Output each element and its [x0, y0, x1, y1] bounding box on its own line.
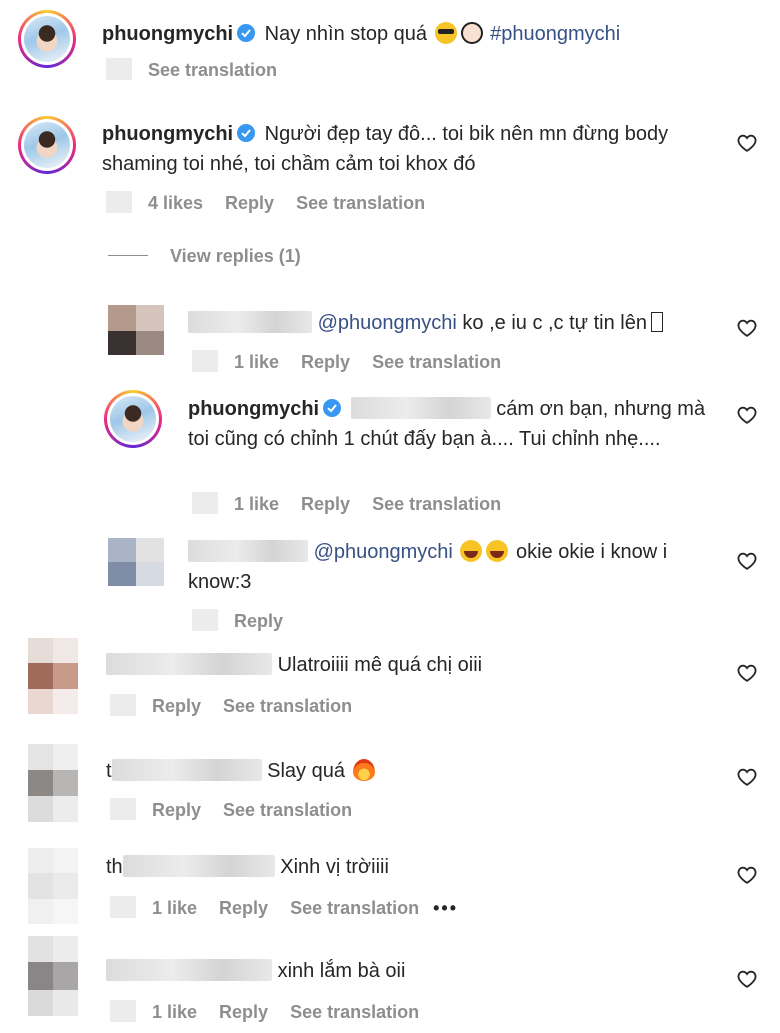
heart-outline-icon[interactable] — [736, 317, 758, 339]
comment-text: ko ,e iu c ,c tự tin lên — [462, 312, 647, 334]
comment-actions: 4 likes Reply See translation — [106, 191, 447, 214]
heart-outline-icon[interactable] — [736, 662, 758, 684]
avatar[interactable] — [104, 390, 162, 448]
avatar[interactable] — [18, 10, 76, 68]
username-prefix[interactable]: th — [106, 856, 123, 878]
blurred-timestamp — [110, 896, 136, 918]
avatar[interactable] — [28, 638, 78, 714]
see-translation-button[interactable]: See translation — [290, 1002, 419, 1022]
missing-glyph-icon — [651, 312, 663, 332]
likes-count[interactable]: 1 like — [234, 494, 279, 514]
reply-button[interactable]: Reply — [152, 696, 201, 716]
reply-button[interactable]: Reply — [225, 193, 274, 213]
reply-button[interactable]: Reply — [234, 611, 283, 631]
more-options-icon[interactable]: ••• — [433, 898, 458, 918]
see-translation-button[interactable]: See translation — [223, 696, 352, 716]
see-translation-button[interactable]: See translation — [372, 494, 501, 514]
comment-username[interactable]: phuongmychi — [188, 398, 319, 420]
comment-actions: See translation — [106, 58, 299, 81]
comment-actions: 1 like Reply See translation — [192, 350, 523, 373]
avatar[interactable] — [28, 936, 78, 1016]
hashtag-link[interactable]: #phuongmychi — [490, 23, 620, 45]
reply-item: @phuongmychi ko ,e iu c ,c tự tin lên 1 … — [0, 300, 780, 380]
verified-badge-icon — [237, 124, 256, 142]
reply-button[interactable]: Reply — [219, 898, 268, 918]
comment-actions: Reply See translation — [110, 694, 374, 717]
comment-item: th Xinh vị trờiiii 1 like Reply See transl… — [0, 846, 780, 936]
reply-button[interactable]: Reply — [152, 800, 201, 820]
reply-button[interactable]: Reply — [301, 494, 350, 514]
see-translation-button[interactable]: See translation — [296, 193, 425, 213]
comment-text: Nay nhìn stop quá — [264, 23, 428, 45]
likes-count[interactable]: 1 like — [152, 1002, 197, 1022]
see-translation-button[interactable]: See translation — [148, 60, 277, 80]
see-translation-button[interactable]: See translation — [223, 800, 352, 820]
heart-outline-icon[interactable] — [736, 132, 758, 154]
blurred-timestamp — [110, 694, 136, 716]
see-translation-button[interactable]: See translation — [290, 898, 419, 918]
likes-count[interactable]: 4 likes — [148, 193, 203, 213]
reply-button[interactable]: Reply — [301, 352, 350, 372]
comment-actions: Reply — [192, 609, 305, 632]
laughing-emoji-icon — [486, 540, 509, 562]
blurred-timestamp — [110, 1000, 136, 1022]
divider — [108, 255, 148, 256]
fire-emoji-icon — [352, 759, 375, 781]
comment-username[interactable]: phuongmychi — [102, 23, 233, 45]
comment-text: xinh lắm bà oii — [277, 960, 406, 982]
comment-item: phuongmychi Người đẹp tay đô... toi bik … — [0, 110, 780, 220]
blurred-timestamp — [192, 350, 218, 372]
username-prefix[interactable]: t — [106, 760, 112, 782]
avatar[interactable] — [108, 538, 164, 586]
comment-actions: 1 like Reply See translation — [192, 492, 523, 515]
blurred-username[interactable] — [111, 759, 262, 781]
verified-badge-icon — [323, 399, 342, 417]
laughing-emoji-icon — [460, 540, 483, 562]
heart-outline-icon[interactable] — [736, 404, 758, 426]
reply-item: phuongmychi cám ơn bạn, nhưng mà toi cũn… — [0, 388, 780, 528]
avatar[interactable] — [108, 305, 164, 355]
heart-outline-icon[interactable] — [736, 968, 758, 990]
view-replies-label: View replies (1) — [170, 246, 301, 266]
avatar[interactable] — [28, 848, 78, 924]
blurred-timestamp — [192, 492, 218, 514]
blurred-username[interactable] — [188, 311, 312, 333]
blurred-username[interactable] — [188, 540, 308, 562]
blurred-mention[interactable] — [350, 397, 491, 419]
comment-item: xinh lắm bà oii 1 like Reply See translati… — [0, 934, 780, 1033]
reply-item: @phuongmychi okie okie i know i know:3 R… — [0, 532, 780, 632]
blurred-timestamp — [192, 609, 218, 631]
comment-text: Xinh vị trờiiii — [280, 856, 389, 878]
likes-count[interactable]: 1 like — [152, 898, 197, 918]
blurred-timestamp — [106, 58, 132, 80]
comment-username[interactable]: phuongmychi — [102, 123, 233, 145]
comment-item: phuongmychi Nay nhìn stop quá #phuongmyc… — [0, 0, 780, 100]
comment-item: Ulatroiiii mê quá chị oiii Reply See tran… — [0, 636, 780, 736]
heart-outline-icon[interactable] — [736, 550, 758, 572]
comment-item: t Slay quá Reply See translation — [0, 740, 780, 840]
mention-link[interactable]: @phuongmychi — [314, 541, 453, 563]
heart-outline-icon[interactable] — [736, 766, 758, 788]
reply-button[interactable]: Reply — [219, 1002, 268, 1022]
view-replies-button[interactable]: View replies (1) — [108, 246, 301, 267]
sunglasses-emoji-icon — [434, 22, 457, 44]
see-translation-button[interactable]: See translation — [372, 352, 501, 372]
comment-text: Slay quá — [267, 760, 345, 782]
verified-badge-icon — [237, 24, 256, 42]
blurred-timestamp — [110, 798, 136, 820]
comment-actions: 1 like Reply See translation ••• — [110, 896, 480, 919]
blurred-timestamp — [106, 191, 132, 213]
woman-emoji-icon — [460, 22, 483, 44]
avatar[interactable] — [18, 116, 76, 174]
blurred-username[interactable] — [106, 653, 272, 675]
blurred-username[interactable] — [106, 959, 272, 981]
comment-actions: Reply See translation — [110, 798, 374, 821]
blurred-username[interactable] — [122, 855, 275, 877]
avatar[interactable] — [28, 744, 78, 822]
likes-count[interactable]: 1 like — [234, 352, 279, 372]
heart-outline-icon[interactable] — [736, 864, 758, 886]
comment-text: Ulatroiiii mê quá chị oiii — [277, 654, 483, 676]
comment-actions: 1 like Reply See translation — [110, 1000, 441, 1023]
mention-link[interactable]: @phuongmychi — [318, 312, 457, 334]
